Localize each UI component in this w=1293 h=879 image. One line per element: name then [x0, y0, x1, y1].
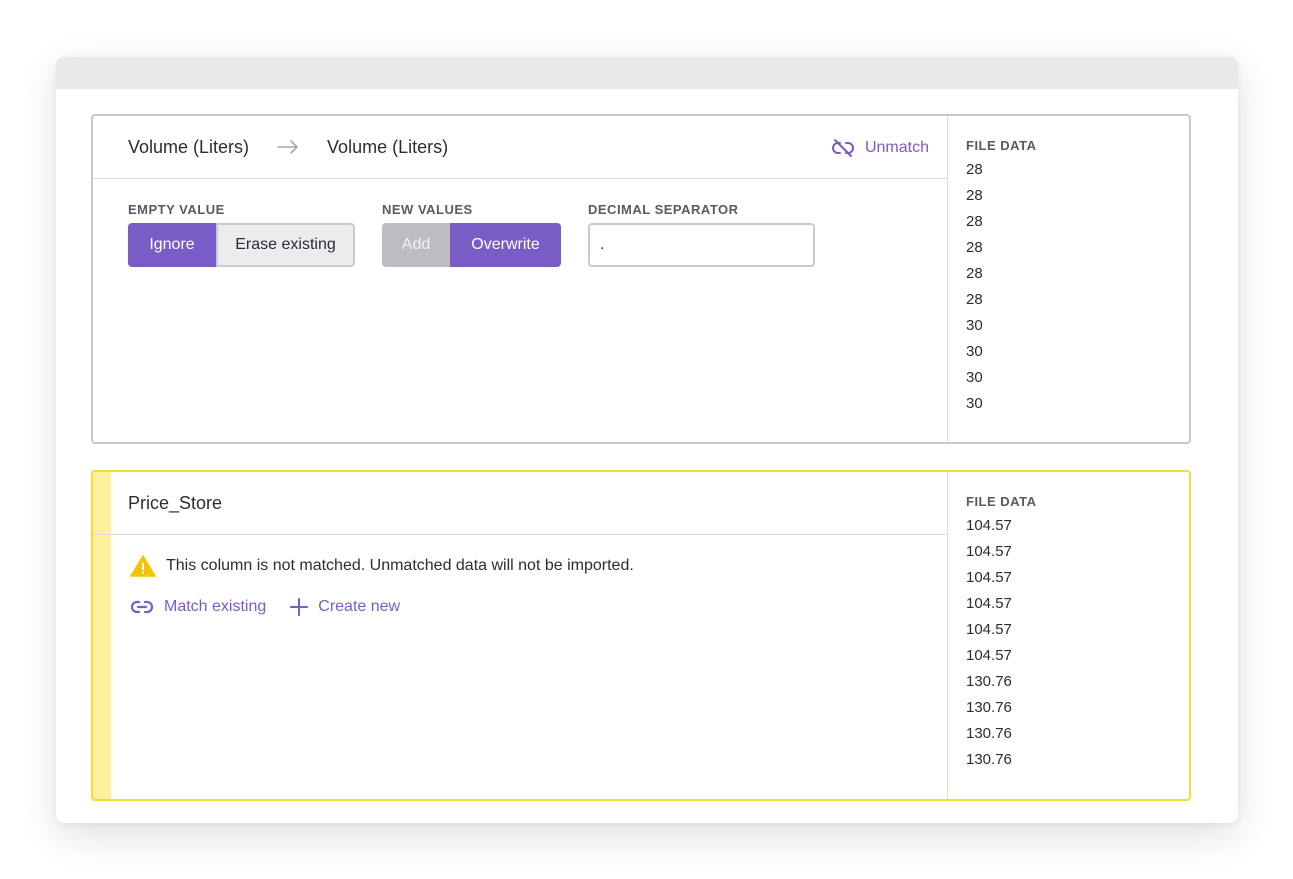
file-data-list: 28 28 28 28 28 28 30 30 30 30	[966, 157, 1189, 417]
new-values-label: NEW VALUES	[382, 202, 473, 217]
unmatched-column-header: Price_Store	[93, 472, 947, 535]
file-data-value: 104.57	[966, 517, 1012, 534]
file-data-value: 30	[966, 369, 983, 386]
unmatched-file-data: FILE DATA 104.57 104.57 104.57 104.57 10…	[947, 472, 1189, 799]
file-data-value: 28	[966, 265, 983, 282]
file-data-value: 130.76	[966, 673, 1012, 690]
file-data-value: 104.57	[966, 543, 1012, 560]
file-data-value: 28	[966, 187, 983, 204]
warning-icon	[130, 555, 156, 577]
create-new-label: Create new	[318, 598, 401, 615]
matched-column-card: Volume (Liters) Volume (Liters) Unmatch	[91, 114, 1191, 444]
file-data-value: 130.76	[966, 699, 1012, 716]
unmatched-warning: This column is not matched. Unmatched da…	[130, 555, 634, 577]
file-data-value: 104.57	[966, 595, 1012, 612]
empty-value-label: EMPTY VALUE	[128, 202, 225, 217]
empty-value-toggle: Ignore Erase existing	[128, 223, 355, 267]
file-data-title: FILE DATA	[966, 138, 1037, 153]
unmatched-actions: Match existing Create new	[130, 598, 400, 616]
ignore-button[interactable]: Ignore	[128, 223, 216, 267]
plus-icon	[290, 598, 309, 616]
file-data-value: 130.76	[966, 751, 1012, 768]
file-data-value: 28	[966, 291, 983, 308]
file-data-value: 130.76	[966, 725, 1012, 742]
import-window: Volume (Liters) Volume (Liters) Unmatch	[56, 57, 1238, 823]
warning-text: This column is not matched. Unmatched da…	[166, 557, 634, 574]
file-data-value: 30	[966, 343, 983, 360]
decimal-separator-input[interactable]	[588, 223, 815, 267]
match-existing-label: Match existing	[164, 598, 267, 615]
decimal-separator-field: DECIMAL SEPARATOR	[588, 202, 815, 267]
target-column-name: Volume (Liters)	[327, 136, 449, 157]
file-data-list: 104.57 104.57 104.57 104.57 104.57 104.5…	[966, 513, 1189, 773]
file-data-value: 104.57	[966, 621, 1012, 638]
new-values-field: NEW VALUES Add Overwrite	[382, 202, 561, 267]
file-data-value: 30	[966, 395, 983, 412]
overwrite-button[interactable]: Overwrite	[450, 223, 561, 267]
unlink-icon	[832, 138, 854, 157]
file-data-value: 28	[966, 213, 983, 230]
unmatch-button[interactable]: Unmatch	[831, 116, 929, 179]
arrow-right-icon	[277, 140, 298, 154]
unmatched-column-card: Price_Store This column is not matched. …	[91, 470, 1191, 801]
file-data-value: 28	[966, 239, 983, 256]
link-icon	[130, 600, 154, 614]
file-data-value: 28	[966, 161, 983, 178]
file-data-title: FILE DATA	[966, 494, 1037, 509]
file-data-value: 30	[966, 317, 983, 334]
unmatch-label: Unmatch	[864, 138, 929, 156]
create-new-button[interactable]: Create new	[290, 598, 400, 616]
source-column-name: Volume (Liters)	[128, 136, 250, 157]
matched-file-data: FILE DATA 28 28 28 28 28 28 30 30 30 30	[947, 116, 1189, 442]
erase-existing-button[interactable]: Erase existing	[216, 223, 355, 267]
new-values-toggle: Add Overwrite	[382, 223, 561, 267]
file-data-value: 104.57	[966, 569, 1012, 586]
unmatched-column-name: Price_Store	[128, 492, 223, 513]
window-titlebar	[56, 57, 1238, 89]
match-existing-button[interactable]: Match existing	[130, 598, 266, 616]
unmatched-column-settings: Price_Store This column is not matched. …	[93, 472, 947, 799]
matched-column-settings: Volume (Liters) Volume (Liters) Unmatch	[93, 116, 947, 442]
decimal-separator-label: DECIMAL SEPARATOR	[588, 202, 739, 217]
add-button[interactable]: Add	[382, 223, 450, 267]
file-data-value: 104.57	[966, 647, 1012, 664]
empty-value-field: EMPTY VALUE Ignore Erase existing	[128, 202, 355, 267]
matched-column-header: Volume (Liters) Volume (Liters) Unmatch	[93, 116, 947, 179]
